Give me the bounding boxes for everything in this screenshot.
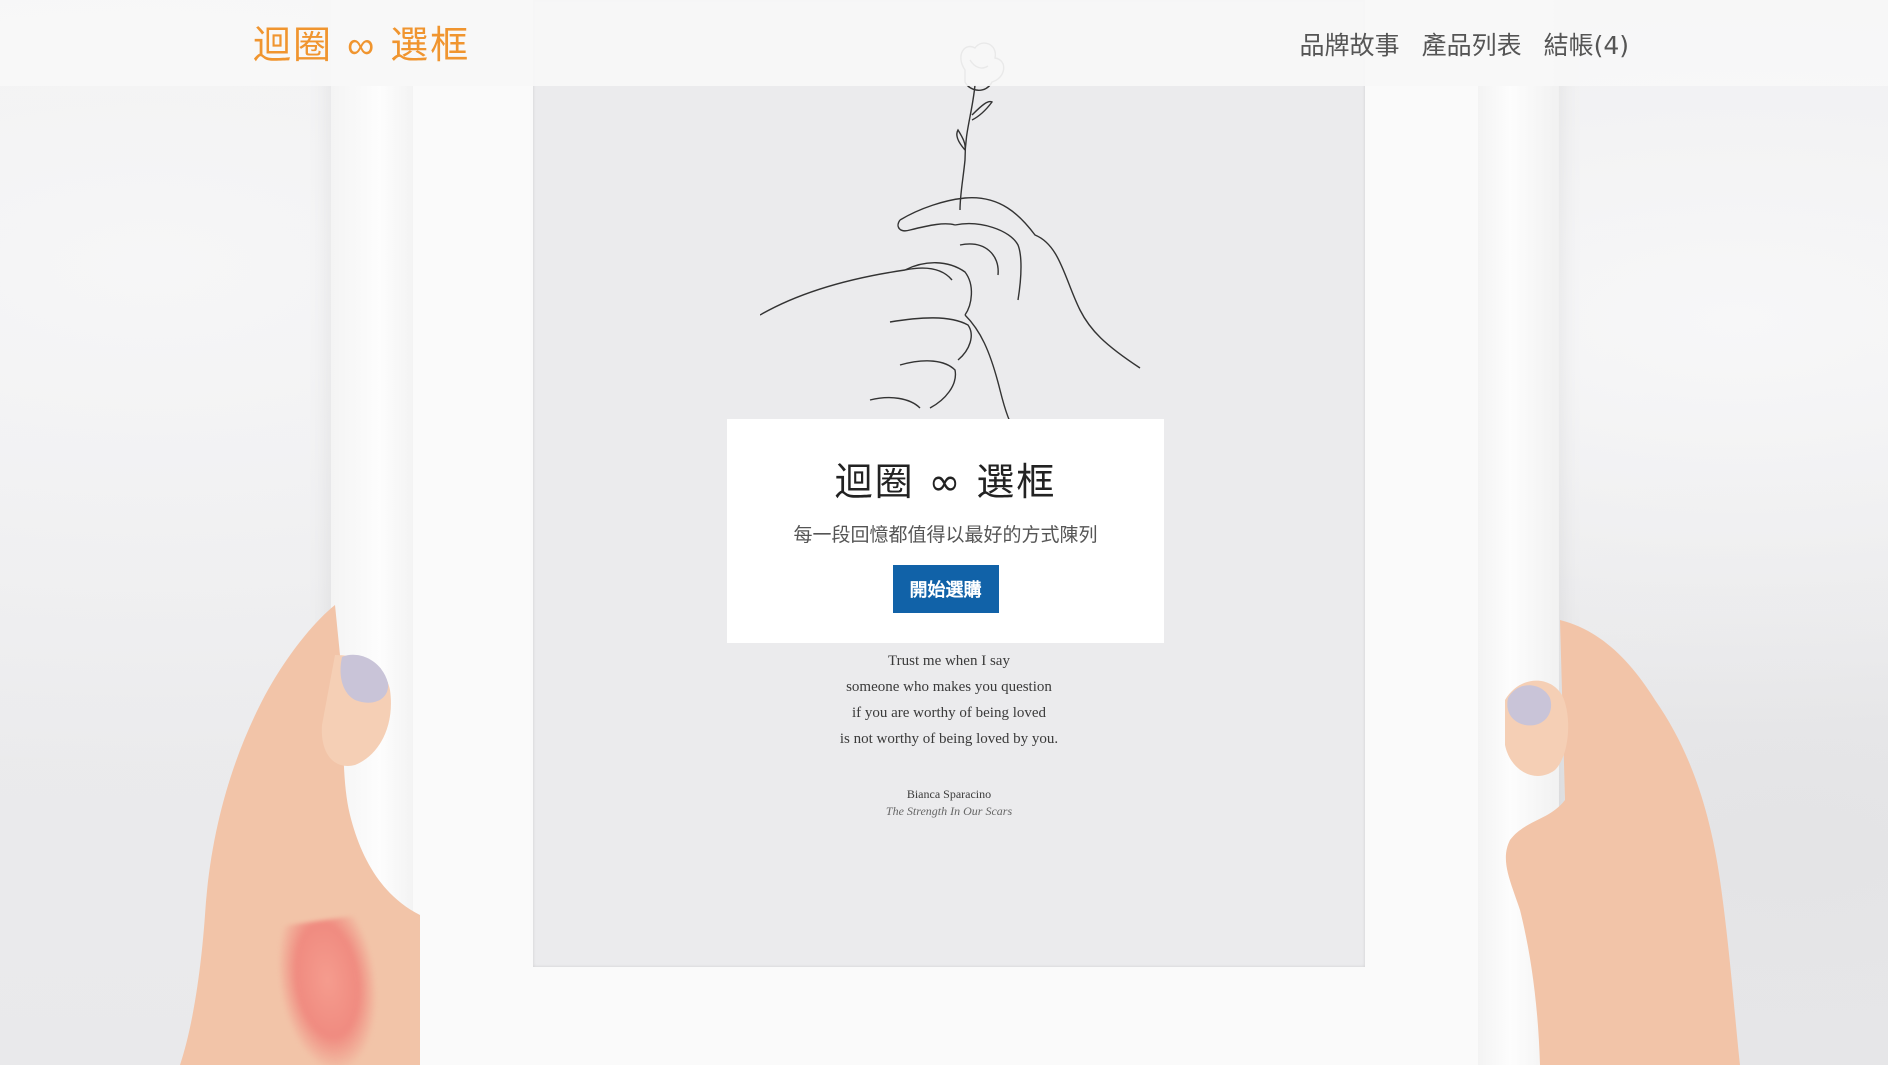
- poem-line: Trust me when I say: [888, 653, 1010, 669]
- hero-title: 迴圈 ∞ 選框: [834, 460, 1057, 504]
- right-hand-image: [1505, 620, 1740, 1065]
- nav-link-brand-story[interactable]: 品牌故事: [1300, 26, 1400, 62]
- poem-author: Bianca Sparacino: [906, 787, 992, 801]
- hand-flower-illustration: [760, 42, 1141, 430]
- poem-line: someone who makes you question: [846, 679, 1052, 695]
- top-navbar: 迴圈 ∞ 選框 品牌故事 產品列表 結帳(4): [0, 0, 1888, 86]
- nav-link-checkout[interactable]: 結帳(4): [1544, 26, 1629, 62]
- poem-line: if you are worthy of being loved: [851, 705, 1047, 721]
- poem-text: Trust me when I say someone who makes yo…: [533, 648, 1365, 820]
- start-shopping-button[interactable]: 開始選購: [892, 565, 999, 613]
- main-nav: 品牌故事 產品列表 結帳(4): [1300, 26, 1629, 62]
- hero-card: 迴圈 ∞ 選框 每一段回憶都值得以最好的方式陳列 開始選購: [727, 419, 1164, 643]
- hero-subtitle: 每一段回憶都值得以最好的方式陳列: [793, 524, 1098, 546]
- poem-line: is not worthy of being loved by you.: [839, 731, 1059, 747]
- poem-book: The Strength In Our Scars: [885, 804, 1013, 818]
- brand-logo[interactable]: 迴圈 ∞ 選框: [253, 14, 470, 69]
- nav-link-products[interactable]: 產品列表: [1422, 26, 1522, 62]
